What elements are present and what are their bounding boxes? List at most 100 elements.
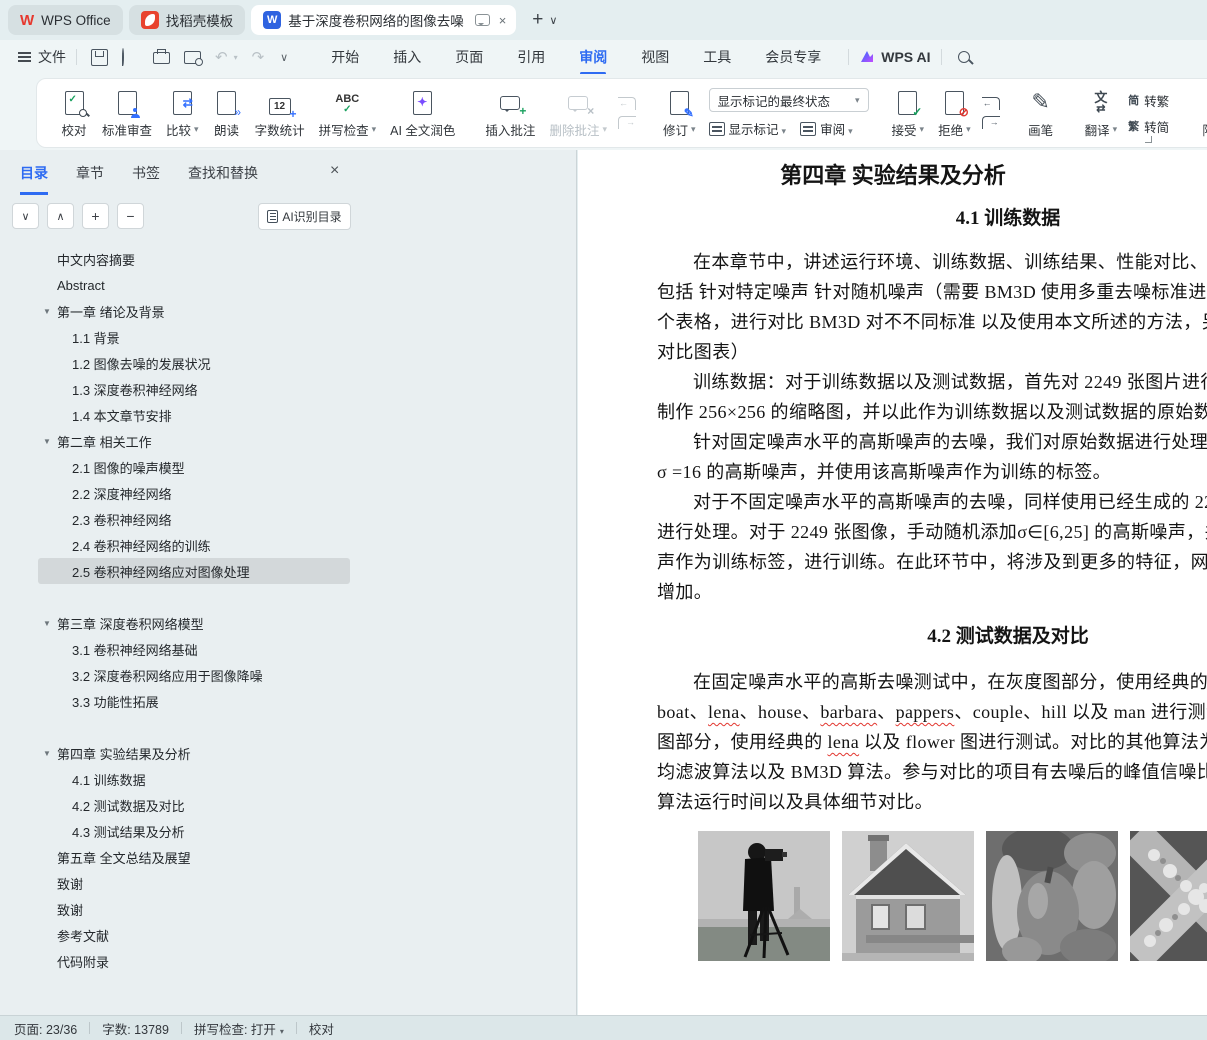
- collapse-all-button[interactable]: −: [117, 203, 144, 229]
- compare-button[interactable]: ⇄ 比较 ▾: [159, 85, 206, 141]
- undo-dropdown-icon[interactable]: ▾: [234, 53, 238, 62]
- print-preview-icon[interactable]: [184, 50, 203, 66]
- tab-list-chevron-icon[interactable]: ∨: [549, 14, 557, 27]
- ai-polish-button[interactable]: ✦ AI 全文润色: [383, 85, 462, 141]
- more-tools-chevron-icon[interactable]: ∨: [280, 51, 288, 64]
- toc-item[interactable]: ▼ 第二章 相关工作: [38, 428, 350, 454]
- toc-item[interactable]: 3.3 功能性拓展: [38, 688, 350, 714]
- next-comment-icon[interactable]: →: [617, 116, 636, 129]
- proofread-shortcut[interactable]: 校对: [309, 1019, 334, 1038]
- collapse-arrow-icon[interactable]: ▼: [43, 307, 57, 316]
- toc-item[interactable]: 2.3 卷积神经网络: [38, 506, 350, 532]
- menu-page[interactable]: 页面: [453, 41, 485, 73]
- spell-check-toggle[interactable]: 拼写检查: 打开 ▾: [194, 1019, 284, 1038]
- track-changes-button[interactable]: ✎ 修订 ▾: [656, 85, 703, 141]
- word-count-button[interactable]: 12 + 字数统计: [248, 85, 312, 141]
- test-image-house[interactable]: [842, 831, 974, 961]
- read-aloud-button[interactable]: » 朗读: [206, 85, 248, 141]
- translate-button[interactable]: 文 ⇄ 翻译 ▾: [1078, 85, 1125, 141]
- tab-find-replace[interactable]: 查找和替换: [188, 163, 258, 192]
- expand-down-button[interactable]: ∨: [12, 203, 39, 229]
- toc-item[interactable]: ▼ 第三章 深度卷积网络模型: [38, 610, 350, 636]
- tab-document-active[interactable]: W 基于深度卷积网络的图像去噪 ×: [251, 5, 517, 35]
- toc-item[interactable]: Abstract: [38, 272, 350, 298]
- toc-item[interactable]: ▼ 第四章 实验结果及分析: [38, 740, 350, 766]
- menu-review[interactable]: 审阅: [577, 41, 609, 73]
- test-image-starfish[interactable]: [1130, 831, 1207, 961]
- toc-item[interactable]: 1.1 背景: [38, 324, 350, 350]
- menu-view[interactable]: 视图: [639, 41, 671, 73]
- tab-wps-office[interactable]: W WPS Office: [8, 5, 123, 35]
- markup-state-select[interactable]: 显示标记的最终状态 ▾: [708, 88, 869, 112]
- test-image-peppers[interactable]: [986, 831, 1118, 961]
- menu-reference[interactable]: 引用: [515, 41, 547, 73]
- close-sidebar-icon[interactable]: ×: [330, 162, 339, 180]
- toc-item[interactable]: 1.2 图像去噪的发展状况: [38, 350, 350, 376]
- accept-button[interactable]: ✓ 接受 ▾: [885, 85, 932, 141]
- toc-item[interactable]: 致谢: [38, 870, 350, 896]
- toc-item-selected[interactable]: 2.5 卷积神经网络应对图像处理: [38, 558, 350, 584]
- previous-comment-icon[interactable]: ←: [617, 97, 636, 110]
- toc-item[interactable]: 2.1 图像的噪声模型: [38, 454, 350, 480]
- next-change-icon[interactable]: →: [981, 116, 1000, 129]
- previous-change-icon[interactable]: ←: [981, 97, 1000, 110]
- toc-item[interactable]: 4.3 测试结果及分析: [38, 818, 350, 844]
- to-traditional-button[interactable]: 简转繁: [1128, 91, 1169, 110]
- toc-item[interactable]: 4.1 训练数据: [38, 766, 350, 792]
- redo-icon[interactable]: ↷: [252, 48, 265, 66]
- toc-item[interactable]: 1.3 深度卷积神经网络: [38, 376, 350, 402]
- toc-item[interactable]: 致谢: [38, 896, 350, 922]
- test-image-cameraman[interactable]: [698, 831, 830, 961]
- collapse-arrow-icon[interactable]: ▼: [43, 619, 57, 628]
- file-menu-button[interactable]: 文件: [18, 47, 66, 67]
- save-icon[interactable]: [91, 48, 108, 66]
- tab-chapters[interactable]: 章节: [76, 163, 104, 192]
- delete-comment-button[interactable]: × 删除批注 ▾: [542, 85, 614, 141]
- spell-check-button[interactable]: ABC ✓ 拼写检查 ▾: [312, 85, 384, 141]
- toc-item[interactable]: ▼ 第一章 绪论及背景: [38, 298, 350, 324]
- document-page[interactable]: 第四章 实验结果及分析 4.1 训练数据 在本章节中，讲述运行环境、训练数据、训…: [578, 150, 1207, 1015]
- tab-docer-templates[interactable]: 找稻壳模板: [128, 5, 246, 35]
- page-indicator[interactable]: 页面: 23/36: [14, 1019, 77, 1038]
- collapse-arrow-icon[interactable]: ▼: [43, 749, 57, 758]
- close-tab-icon[interactable]: ×: [497, 13, 509, 28]
- tab-bookmarks[interactable]: 书签: [132, 163, 160, 192]
- comment-bubble-icon[interactable]: [474, 14, 490, 26]
- menu-insert[interactable]: 插入: [391, 41, 423, 73]
- reject-button[interactable]: ⊘ 拒绝 ▾: [931, 85, 978, 141]
- toc-item[interactable]: 1.4 本文章节安排: [38, 402, 350, 428]
- undo-icon[interactable]: ↶: [215, 48, 228, 66]
- search-icon[interactable]: [957, 51, 970, 63]
- print-icon[interactable]: [153, 49, 170, 64]
- standard-review-button[interactable]: 标准审查: [95, 85, 159, 141]
- toc-item[interactable]: 4.2 测试数据及对比: [38, 792, 350, 818]
- ribbon-expand-icon[interactable]: [1145, 136, 1152, 143]
- toc-item[interactable]: 2.2 深度神经网络: [38, 480, 350, 506]
- to-simplified-button[interactable]: 繁转简: [1128, 117, 1169, 136]
- wps-ai-button[interactable]: WPS AI: [859, 49, 931, 65]
- review-pane-button[interactable]: 审阅 ▾: [800, 119, 853, 138]
- show-markup-button[interactable]: 显示标记 ▾: [708, 119, 786, 138]
- toc-item[interactable]: 第五章 全文总结及展望: [38, 844, 350, 870]
- brush-button[interactable]: ✎ 画笔: [1020, 85, 1062, 141]
- toc-item[interactable]: 3.1 卷积神经网络基础: [38, 636, 350, 662]
- toc-item[interactable]: 3.2 深度卷积网络应用于图像降噪: [38, 662, 350, 688]
- proofread-button[interactable]: ✓ 校对: [53, 85, 95, 141]
- collapse-arrow-icon[interactable]: ▼: [43, 437, 57, 446]
- toc-item[interactable]: 中文内容摘要: [38, 246, 350, 272]
- toc-item[interactable]: 代码附录: [38, 948, 350, 974]
- toc-item[interactable]: 参考文献: [38, 922, 350, 948]
- insert-comment-button[interactable]: + 插入批注: [478, 85, 542, 141]
- menu-member[interactable]: 会员专享: [763, 41, 823, 73]
- menu-home[interactable]: 开始: [329, 41, 361, 73]
- menu-tools[interactable]: 工具: [701, 41, 733, 73]
- toc-item[interactable]: 2.4 卷积神经网络的训练: [38, 532, 350, 558]
- new-tab-button[interactable]: +: [532, 9, 543, 31]
- tab-contents[interactable]: 目录: [20, 163, 48, 195]
- expand-all-button[interactable]: +: [82, 203, 109, 229]
- restrict-edit-button[interactable]: 限制编辑: [1195, 85, 1207, 141]
- ai-recognize-toc-button[interactable]: AI识别目录: [258, 202, 351, 230]
- collapse-up-button[interactable]: ∧: [47, 203, 74, 229]
- export-icon[interactable]: [122, 47, 124, 66]
- word-count-indicator[interactable]: 字数: 13789: [102, 1019, 169, 1038]
